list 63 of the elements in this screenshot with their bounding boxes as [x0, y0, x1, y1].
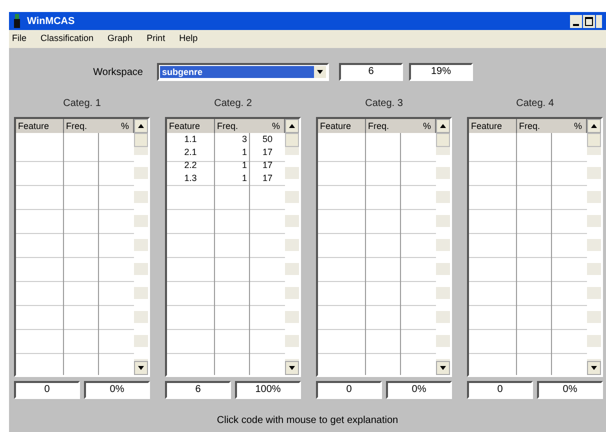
scroll-up-icon[interactable]: [134, 119, 148, 133]
category-title: Categ. 3: [364, 97, 404, 111]
column-header[interactable]: Freq.: [215, 119, 249, 133]
menu-item[interactable]: Help: [179, 32, 198, 46]
table-cell-text: 2.2: [183, 159, 198, 172]
scroll-up-icon[interactable]: [587, 119, 601, 133]
column-header[interactable]: Feature: [318, 119, 366, 133]
column-header[interactable]: Freq.: [64, 119, 98, 133]
table-cell-text: 3: [240, 133, 248, 146]
table-cell-text: 1.1: [183, 133, 198, 146]
scroll-down-icon[interactable]: [134, 361, 148, 375]
scroll-thumb[interactable]: [436, 133, 450, 147]
scroll-up-icon[interactable]: [285, 119, 299, 133]
table-cell-text: 1.3: [183, 172, 198, 185]
status-text: Click code with mouse to get explanation: [216, 414, 400, 428]
workspace-count: 6: [339, 63, 403, 81]
total-percent: 100%: [235, 381, 301, 399]
scroll-thumb[interactable]: [285, 133, 299, 147]
category-title: Categ. 4: [515, 97, 555, 111]
category-title: Categ. 1: [62, 97, 102, 111]
scroll-down-icon[interactable]: [587, 361, 601, 375]
table-cell-text: 17: [261, 159, 274, 172]
scrollbar[interactable]: [436, 119, 450, 375]
table-cell-text: 1: [240, 159, 248, 172]
table-cell-text: 17: [261, 146, 274, 159]
scrollbar[interactable]: [134, 119, 148, 375]
dropdown-caret-icon[interactable]: [314, 66, 326, 78]
column-header[interactable]: Feature: [469, 119, 517, 133]
total-count: 0: [316, 381, 382, 399]
menu-item[interactable]: Graph: [108, 32, 133, 46]
maximize-button[interactable]: [583, 14, 595, 28]
scrollbar[interactable]: [587, 119, 601, 375]
total-percent: 0%: [84, 381, 150, 399]
scrollbar[interactable]: [285, 119, 299, 375]
table-cell-text: 1: [240, 146, 248, 159]
menu-item[interactable]: File: [12, 32, 27, 46]
total-count: 6: [165, 381, 231, 399]
scroll-thumb[interactable]: [587, 133, 601, 147]
scroll-up-icon[interactable]: [436, 119, 450, 133]
column-header[interactable]: Freq.: [517, 119, 551, 133]
app-icon: [13, 14, 21, 28]
menu-item[interactable]: Classification: [40, 32, 94, 46]
workspace-percent: 19%: [409, 63, 473, 81]
workspace-label: Workspace: [92, 66, 144, 80]
scroll-down-icon[interactable]: [285, 361, 299, 375]
table-cell-text: 1: [240, 172, 248, 185]
table-cell-text: 17: [261, 172, 274, 185]
column-header[interactable]: Freq.: [366, 119, 400, 133]
total-count: 0: [467, 381, 533, 399]
column-header[interactable]: Feature: [167, 119, 215, 133]
minimize-button[interactable]: [570, 14, 582, 28]
table-cell-text: 50: [261, 133, 274, 146]
scroll-down-icon[interactable]: [436, 361, 450, 375]
total-percent: 0%: [386, 381, 452, 399]
window-title: WinMCAS: [27, 14, 76, 28]
workspace-dropdown[interactable]: subgenre: [157, 63, 329, 81]
total-percent: 0%: [537, 381, 603, 399]
table-cell-text: 2.1: [183, 146, 198, 159]
total-count: 0: [14, 381, 80, 399]
category-title: Categ. 2: [213, 97, 253, 111]
scroll-thumb[interactable]: [134, 133, 148, 147]
column-header[interactable]: Feature: [16, 119, 64, 133]
menu-item[interactable]: Print: [146, 32, 166, 46]
